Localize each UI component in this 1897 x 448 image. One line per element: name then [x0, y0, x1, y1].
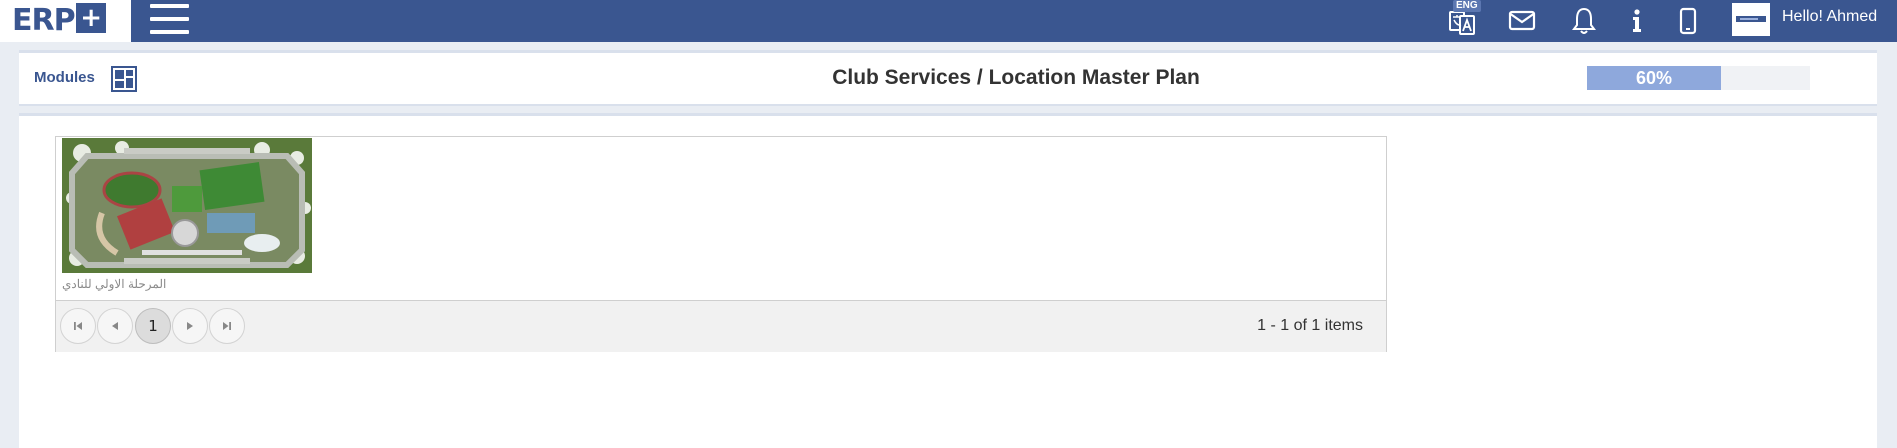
pagination: 1 1 - 1 of 1 items — [56, 300, 1386, 352]
progress-label: 60% — [1635, 68, 1673, 88]
pager-info: 1 - 1 of 1 items — [1257, 317, 1363, 334]
next-page-icon[interactable] — [172, 308, 208, 344]
erp-logo[interactable]: ERP + — [0, 0, 131, 42]
user-greeting[interactable]: Hello! Ahmed — [1782, 8, 1877, 26]
top-navbar: ERP + ENG Hello! Ahmed — [0, 0, 1897, 42]
hamburger-menu-icon[interactable] — [150, 4, 190, 36]
logo-text: ERP + — [12, 3, 106, 38]
image-gallery: المرحلة الاولي للنادي 1 1 - 1 of 1 items — [55, 136, 1387, 352]
progress-bar: 60% — [1587, 66, 1810, 90]
master-plan-thumbnail[interactable] — [62, 138, 312, 273]
first-page-icon[interactable] — [60, 308, 96, 344]
main-content: المرحلة الاولي للنادي 1 1 - 1 of 1 items — [19, 113, 1877, 448]
mobile-phone-icon[interactable] — [1677, 6, 1699, 36]
current-page-button[interactable]: 1 — [135, 308, 171, 344]
image-caption: المرحلة الاولي للنادي — [62, 277, 167, 291]
info-icon[interactable] — [1627, 6, 1647, 36]
language-badge: ENG — [1453, 0, 1481, 12]
last-page-icon[interactable] — [209, 308, 245, 344]
bell-icon[interactable] — [1570, 6, 1598, 36]
envelope-icon[interactable] — [1507, 6, 1537, 36]
avatar[interactable] — [1732, 3, 1770, 36]
page-header: Modules Club Services / Location Master … — [19, 50, 1877, 106]
previous-page-icon[interactable] — [97, 308, 133, 344]
